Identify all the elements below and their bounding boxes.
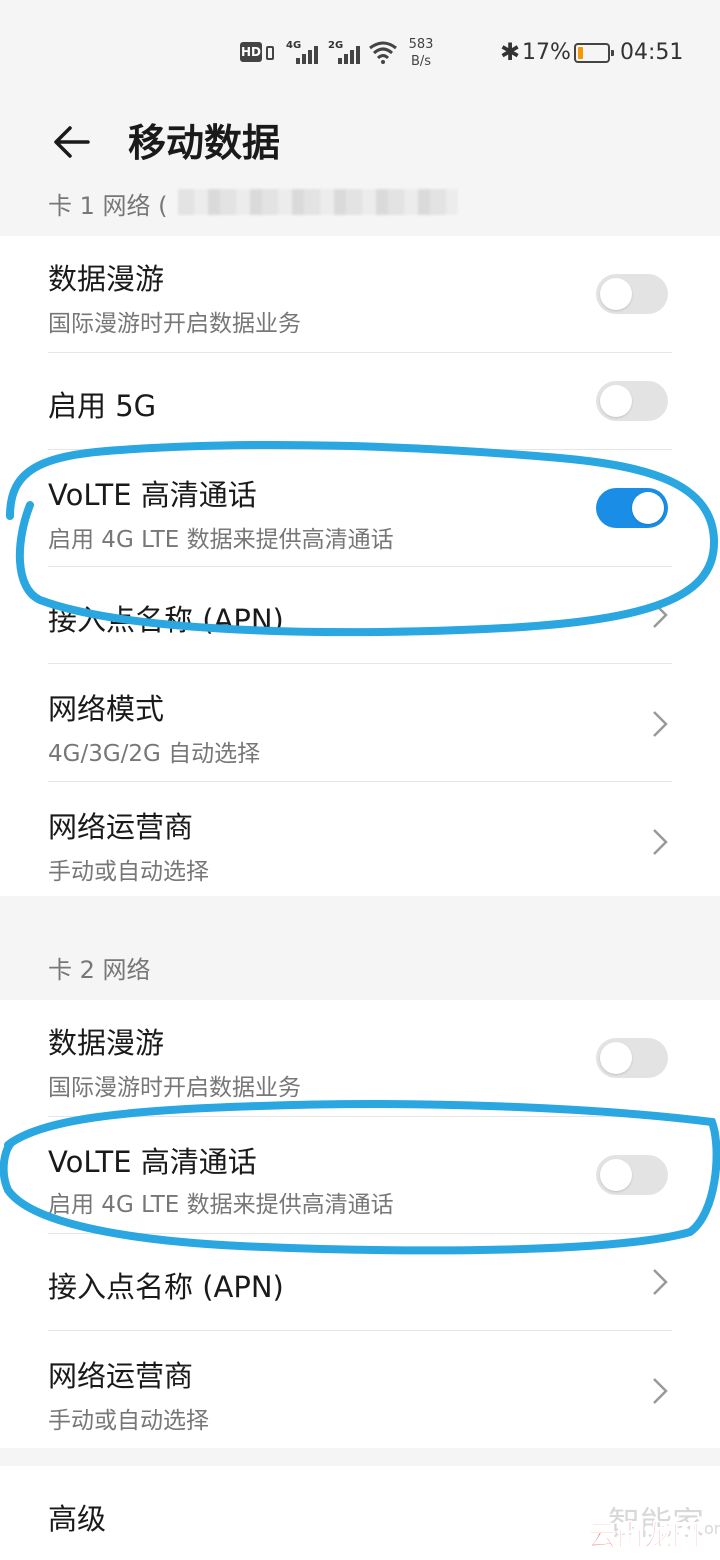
row-subtitle: 国际漫游时开启数据业务	[48, 1075, 301, 1101]
sim2-section-label: 卡 2 网络	[48, 956, 151, 984]
page-title: 移动数据	[128, 121, 281, 165]
row-subtitle: 手动或自动选择	[48, 1408, 209, 1434]
sim1-apn-row[interactable]: 接入点名称 (APN)	[0, 567, 720, 663]
row-title: VoLTE 高清通话	[48, 1145, 257, 1179]
sim2-volte-row[interactable]: VoLTE 高清通话 启用 4G LTE 数据来提供高清通话	[0, 1117, 720, 1233]
row-title: 数据漫游	[48, 262, 165, 296]
sim2-volte-toggle[interactable]	[596, 1155, 668, 1195]
sim1-data-roaming-toggle[interactable]	[596, 274, 668, 314]
row-title: 高级	[48, 1502, 107, 1536]
sim1-section-label: 卡 1 网络 (	[48, 192, 168, 220]
sim1-carrier-row[interactable]: 网络运营商 手动或自动选择	[0, 782, 720, 896]
watermark-bottom: 云南龙网	[587, 1519, 701, 1553]
hd-icon: HD	[240, 42, 262, 62]
chevron-right-icon	[653, 602, 668, 628]
chevron-right-icon	[653, 829, 668, 855]
hd-lock-icon	[266, 46, 274, 60]
sim1-network-mode-row[interactable]: 网络模式 4G/3G/2G 自动选择	[0, 664, 720, 780]
chevron-right-icon	[653, 1378, 668, 1404]
row-subtitle: 启用 4G LTE 数据来提供高清通话	[48, 527, 394, 553]
row-title: 接入点名称 (APN)	[48, 603, 284, 637]
sim1-enable-5g-row[interactable]: 启用 5G	[0, 353, 720, 449]
battery-icon	[574, 43, 614, 63]
row-title: 数据漫游	[48, 1026, 165, 1060]
row-title: 网络运营商	[48, 810, 194, 844]
battery-percent: 17%	[522, 40, 571, 65]
bluetooth-icon: ✱	[500, 38, 521, 66]
status-bar: HD 4G 2G 583 B/s ✱ 17% 04:51	[0, 0, 720, 104]
row-subtitle: 4G/3G/2G 自动选择	[48, 741, 261, 767]
sim1-data-roaming-row[interactable]: 数据漫游 国际漫游时开启数据业务	[0, 236, 720, 352]
row-subtitle: 启用 4G LTE 数据来提供高清通话	[48, 1192, 394, 1218]
battery-fill	[578, 47, 583, 59]
wifi-icon	[369, 41, 397, 64]
sim1-volte-toggle[interactable]	[596, 488, 668, 528]
watermark-top-suffix: om	[704, 1519, 720, 1538]
sim1-enable-5g-toggle[interactable]	[596, 381, 668, 421]
row-title: 网络运营商	[48, 1359, 194, 1393]
app-header: 移动数据	[0, 104, 720, 184]
row-subtitle: 国际漫游时开启数据业务	[48, 311, 301, 337]
row-subtitle: 手动或自动选择	[48, 859, 209, 885]
sim2-card: 数据漫游 国际漫游时开启数据业务 VoLTE 高清通话 启用 4G LTE 数据…	[0, 1000, 720, 1448]
sim2-carrier-row[interactable]: 网络运营商 手动或自动选择	[0, 1331, 720, 1448]
row-title: VoLTE 高清通话	[48, 478, 257, 512]
sim2-data-roaming-row[interactable]: 数据漫游 国际漫游时开启数据业务	[0, 1000, 720, 1116]
sim2-apn-row[interactable]: 接入点名称 (APN)	[0, 1234, 720, 1330]
arrow-left-icon[interactable]	[48, 118, 96, 166]
net-speed-unit: B/s	[410, 54, 432, 69]
row-title: 启用 5G	[48, 389, 157, 423]
net-speed-value: 583	[408, 37, 434, 52]
sim1-volte-row[interactable]: VoLTE 高清通话 启用 4G LTE 数据来提供高清通话	[0, 450, 720, 566]
chevron-right-icon	[653, 711, 668, 737]
row-title: 网络模式	[48, 692, 165, 726]
chevron-right-icon	[653, 1269, 668, 1295]
clock: 04:51	[620, 40, 684, 65]
net-speed: 583 B/s	[404, 36, 438, 70]
sim1-card: 数据漫游 国际漫游时开启数据业务 启用 5G VoLTE 高清通话 启用 4G …	[0, 236, 720, 896]
redacted-number	[178, 189, 458, 215]
row-title: 接入点名称 (APN)	[48, 1270, 284, 1304]
sim2-data-roaming-toggle[interactable]	[596, 1038, 668, 1078]
